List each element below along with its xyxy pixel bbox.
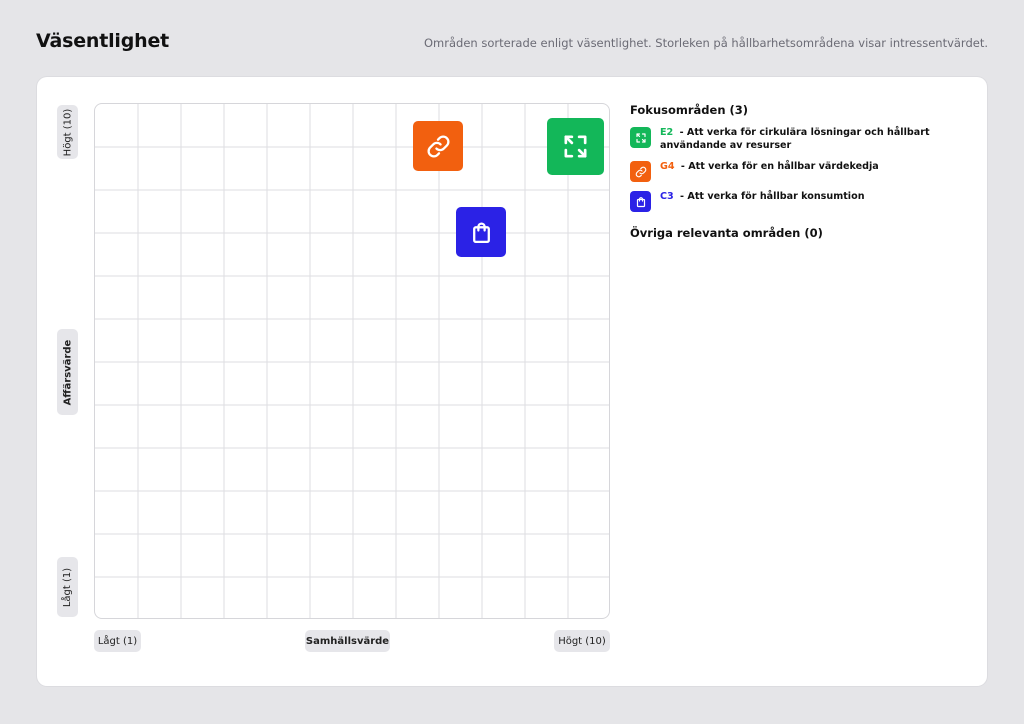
x-axis-high-label: Högt (10) (554, 630, 610, 652)
legend-item-separator: - (676, 127, 687, 138)
legend: Fokusområden (3) E2 - Att verka för cirk… (630, 103, 970, 250)
shopping-bag-icon (630, 191, 651, 212)
legend-item-g4[interactable]: G4 - Att verka för en hållbar värdekedja (630, 161, 970, 182)
legend-item-description: Att verka för hållbar konsumtion (687, 191, 865, 202)
legend-item-separator: - (677, 161, 689, 172)
legend-item-code: G4 (660, 161, 675, 172)
materiality-card: Högt (10) Affärsvärde Lågt (1) Lågt (1) … (37, 77, 987, 686)
y-axis-high-label: Högt (10) (57, 105, 78, 159)
page-subtitle: Områden sorterade enligt väsentlighet. S… (424, 36, 988, 50)
legend-list: E2 - Att verka för cirkulära lösningar o… (630, 127, 970, 212)
chart-point-c3[interactable] (456, 207, 506, 257)
recycle-arrows-icon (630, 127, 651, 148)
legend-item-e2[interactable]: E2 - Att verka för cirkulära lösningar o… (630, 127, 970, 152)
legend-item-code: C3 (660, 191, 674, 202)
link-icon (630, 161, 651, 182)
focus-areas-title: Fokusområden (3) (630, 103, 749, 117)
recycle-arrows-icon (561, 132, 590, 161)
y-axis-title: Affärsvärde (57, 329, 78, 415)
page-title: Väsentlighet (36, 30, 170, 52)
legend-item-separator: - (676, 191, 688, 202)
legend-item-c3[interactable]: C3 - Att verka för hållbar konsumtion (630, 191, 970, 212)
x-axis-low-label: Lågt (1) (94, 630, 141, 652)
legend-item-description: Att verka för en hållbar värdekedja (688, 161, 879, 172)
y-axis-low-label: Lågt (1) (57, 557, 78, 617)
legend-item-label: C3 - Att verka för hållbar konsumtion (660, 191, 865, 204)
chart-point-g4[interactable] (413, 121, 463, 171)
legend-item-code: E2 (660, 127, 674, 138)
legend-item-label: G4 - Att verka för en hållbar värdekedja (660, 161, 879, 174)
legend-item-description: Att verka för cirkulära lösningar och hå… (660, 127, 930, 151)
other-areas-title: Övriga relevanta områden (0) (630, 226, 823, 240)
chart-grid (94, 103, 610, 619)
shopping-bag-icon (469, 220, 494, 245)
x-axis-title: Samhällsvärde (305, 630, 390, 652)
legend-item-label: E2 - Att verka för cirkulära lösningar o… (660, 127, 970, 152)
link-icon (426, 134, 451, 159)
chart-point-e2[interactable] (547, 117, 605, 175)
grid-lines (95, 104, 609, 618)
